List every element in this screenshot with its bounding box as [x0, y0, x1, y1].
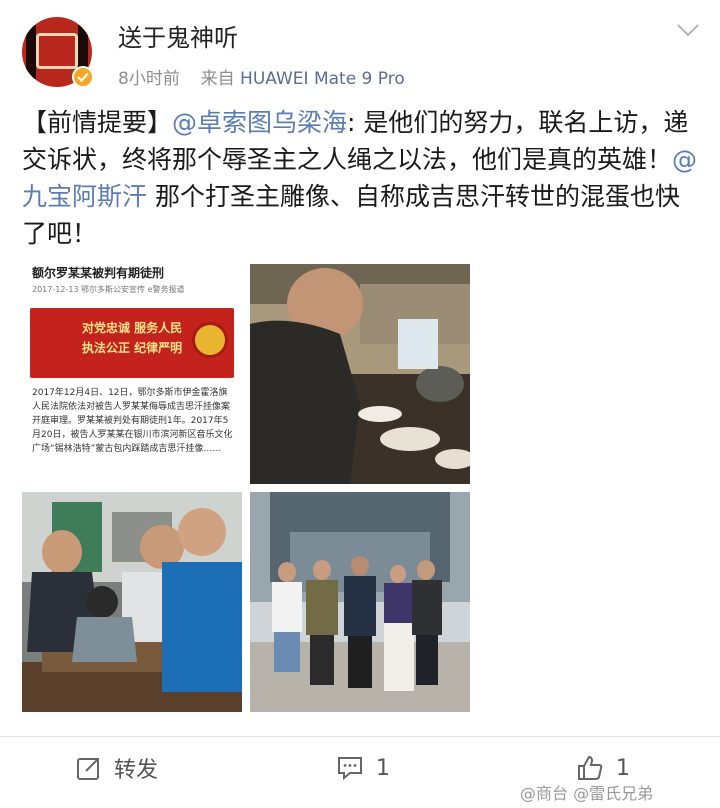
post-meta: 8小时前 来自 HUAWEI Mate 9 Pro — [118, 64, 405, 89]
repost-button[interactable]: 转发 — [76, 753, 158, 783]
photo-group-standing[interactable] — [250, 492, 470, 712]
like-count: 1 — [616, 755, 630, 781]
photo-man-signing-illustration — [250, 264, 470, 484]
comment-icon — [338, 757, 362, 781]
post-header: 送于鬼神听 8小时前 来自 HUAWEI Mate 9 Pro — [0, 0, 720, 95]
post-text-part: 【前情提要】 — [22, 108, 173, 137]
verified-badge-icon — [72, 66, 94, 88]
repost-icon — [77, 758, 99, 780]
photo-group-table-illustration — [22, 492, 242, 712]
thumbs-up-icon — [578, 755, 603, 780]
banner-line: 对党忠诚 服务人民 — [82, 321, 183, 335]
photo-group-table[interactable] — [22, 492, 242, 712]
like-button[interactable]: 1 — [576, 753, 630, 783]
mention-link[interactable]: @卓索图乌梁海 — [172, 108, 347, 137]
news-meta: 2017-12-13 鄂尔多斯公安宣传 e警务报道 — [32, 285, 185, 294]
device-link[interactable]: HUAWEI Mate 9 Pro — [240, 69, 405, 89]
photo-man-signing[interactable] — [250, 264, 470, 484]
image-grid: 额尔罗某某被判有期徒刑 2017-12-13 鄂尔多斯公安宣传 e警务报道 对党… — [22, 264, 470, 712]
post-text: 【前情提要】@卓索图乌梁海: 是他们的努力，联名上访，递交诉状，终将那个辱圣主之… — [22, 104, 702, 252]
police-emblem-icon — [192, 322, 228, 358]
news-headline: 额尔罗某某被判有期徒刑 — [32, 266, 165, 280]
photo-group-standing-illustration — [250, 492, 470, 712]
username[interactable]: 送于鬼神听 — [118, 18, 238, 53]
news-screenshot-image[interactable]: 额尔罗某某被判有期徒刑 2017-12-13 鄂尔多斯公安宣传 e警务报道 对党… — [22, 264, 242, 484]
source-prefix: 来自 — [200, 69, 235, 89]
news-body: 2017年12月4日、12日，鄂尔多斯市伊金霍洛旗人民法院依法对被告人罗某某侮辱… — [32, 388, 233, 454]
chevron-down-icon[interactable] — [676, 22, 700, 38]
banner-line: 执法公正 纪律严明 — [82, 341, 183, 355]
police-banner: 对党忠诚 服务人民 执法公正 纪律严明 — [30, 308, 234, 378]
comment-button[interactable]: 1 — [336, 753, 390, 783]
repost-label: 转发 — [114, 758, 159, 783]
comment-count: 1 — [376, 755, 390, 781]
watermark: @商台 @雷氏兄弟 — [520, 784, 654, 803]
post-time: 8小时前 — [118, 69, 180, 89]
